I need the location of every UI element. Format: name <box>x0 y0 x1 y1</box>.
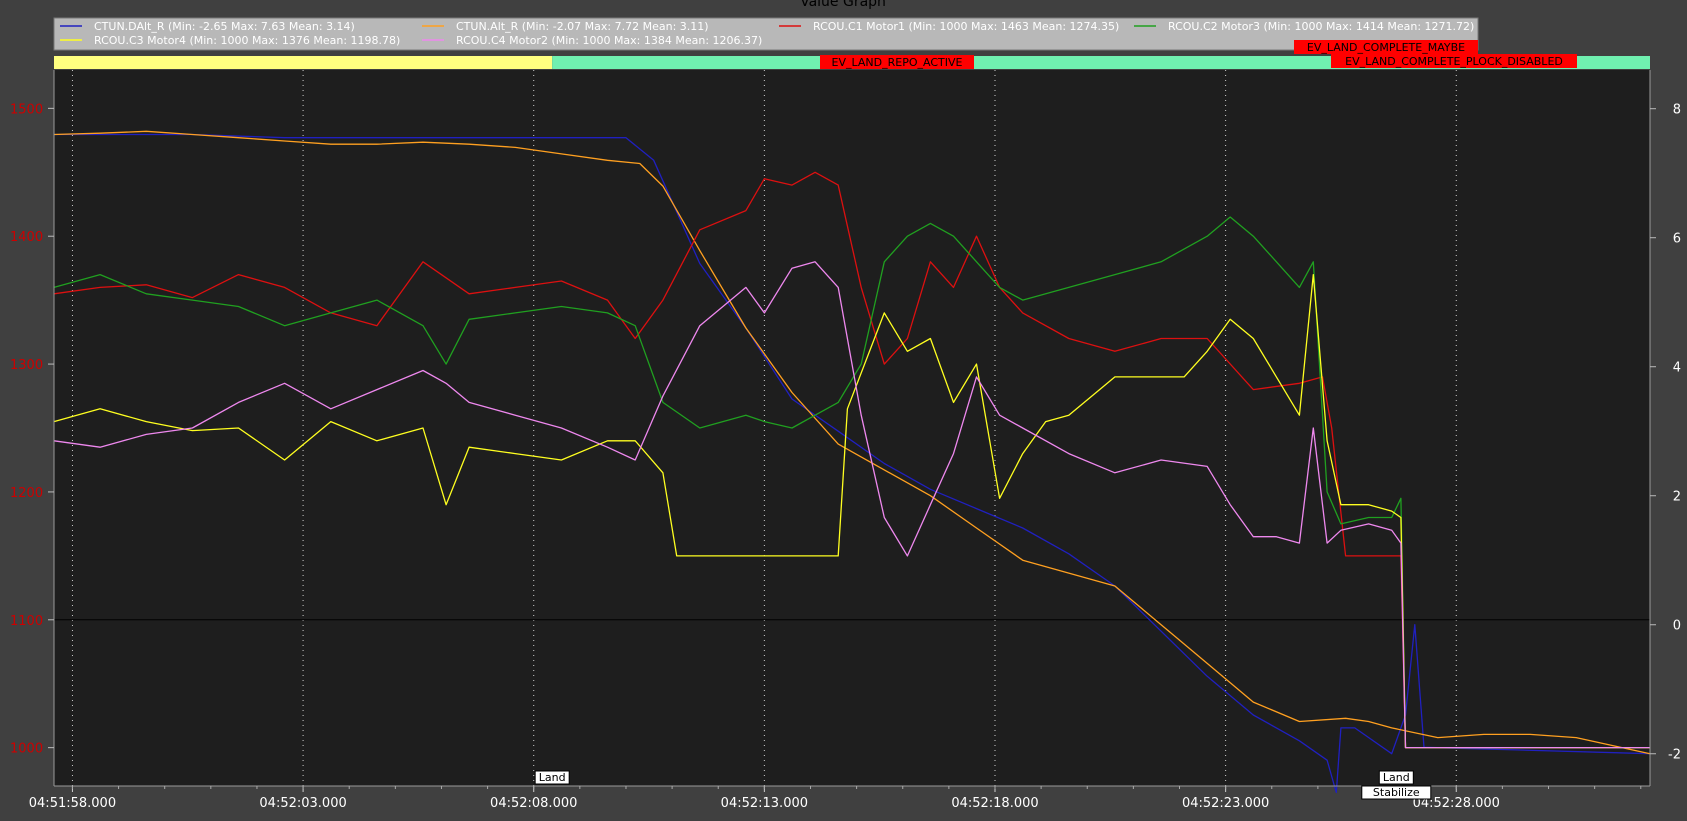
legend-entry: RCOU.C4 Motor2 (Min: 1000 Max: 1384 Mean… <box>456 34 762 47</box>
plot-area <box>54 70 1650 786</box>
event-label: EV_LAND_COMPLETE_MAYBE <box>1307 41 1465 54</box>
x-tick-label: 04:51:58.000 <box>29 796 116 811</box>
y-left-tick-label: 1300 <box>10 358 43 373</box>
legend-entry: RCOU.C1 Motor1 (Min: 1000 Max: 1463 Mean… <box>813 20 1119 33</box>
mode-label: Land <box>539 771 566 784</box>
y-left-tick-label: 1100 <box>10 614 43 629</box>
mode-label: Land <box>1383 771 1410 784</box>
legend-entry: CTUN.Alt_R (Min: -2.07 Max: 7.72 Mean: 3… <box>456 20 709 33</box>
x-tick-label: 04:52:08.000 <box>490 796 577 811</box>
y-left-tick-label: 1000 <box>10 742 43 757</box>
x-tick-label: 04:52:03.000 <box>259 796 346 811</box>
y-right-tick-label: -2 <box>1668 748 1681 763</box>
value-graph: Value Graph CTUN.DAlt_R (Min: -2.65 Max:… <box>10 0 1681 811</box>
event-label: EV_LAND_COMPLETE_PLOCK_DISABLED <box>1345 55 1563 68</box>
y-right-tick-label: 0 <box>1673 619 1681 634</box>
y-left-tick-label: 1500 <box>10 102 43 117</box>
legend-entry: RCOU.C2 Motor3 (Min: 1000 Max: 1414 Mean… <box>1168 20 1474 33</box>
window-title: Value Graph <box>800 0 886 10</box>
y-left-tick-label: 1200 <box>10 486 43 501</box>
y-right-tick-label: 4 <box>1673 361 1681 376</box>
x-tick-label: 04:52:18.000 <box>951 796 1038 811</box>
mode-label: Stabilize <box>1373 786 1420 799</box>
x-tick-label: 04:52:13.000 <box>721 796 808 811</box>
event-label: EV_LAND_REPO_ACTIVE <box>832 56 963 69</box>
legend-entry: CTUN.DAlt_R (Min: -2.65 Max: 7.63 Mean: … <box>94 20 355 33</box>
x-tick-label: 04:52:23.000 <box>1182 796 1269 811</box>
y-right-tick-label: 8 <box>1673 103 1681 118</box>
y-right-tick-label: 2 <box>1673 490 1681 505</box>
y-right-tick-label: 6 <box>1673 232 1681 247</box>
y-left-tick-label: 1400 <box>10 230 43 245</box>
state-segment <box>54 56 553 69</box>
legend-entry: RCOU.C3 Motor4 (Min: 1000 Max: 1376 Mean… <box>94 34 400 47</box>
